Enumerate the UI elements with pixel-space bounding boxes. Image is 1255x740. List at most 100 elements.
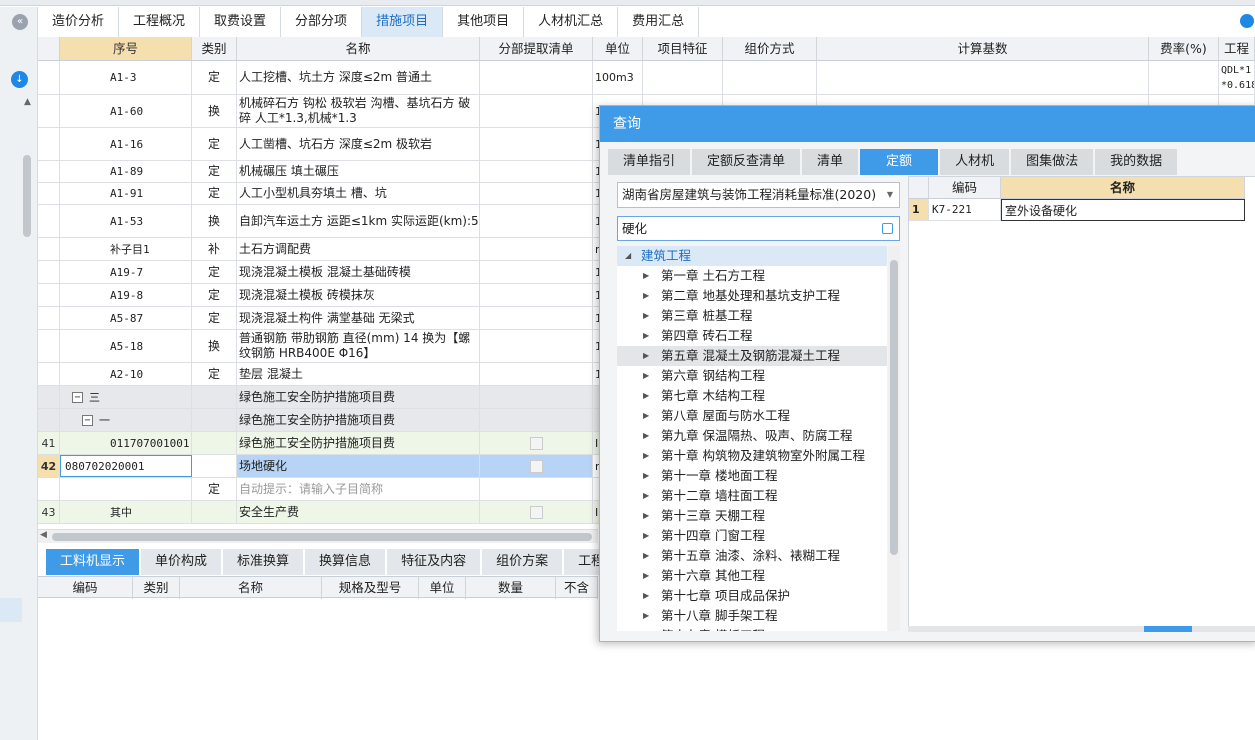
tab-6[interactable]: 人材机汇总	[524, 7, 619, 37]
row-name[interactable]: 人工小型机具夯填土 槽、坑	[237, 183, 480, 204]
tab-3[interactable]: 分部分项	[281, 7, 363, 37]
row-name[interactable]: 绿色施工安全防护措施项目费	[237, 409, 480, 431]
checkbox[interactable]	[529, 459, 543, 473]
scrollbar-thumb[interactable]	[52, 533, 592, 541]
row-extract[interactable]	[480, 205, 593, 237]
row-code[interactable]: − 一	[60, 409, 192, 431]
bottom-tab-1[interactable]: 单价构成	[141, 549, 222, 575]
tab-4[interactable]: 措施项目	[362, 7, 444, 37]
row-name[interactable]: 现浇混凝土模板 砖模抹灰	[237, 284, 480, 306]
tree-chapter[interactable]: ▶ 第十四章 门窗工程	[617, 526, 887, 546]
scroll-left-arrow-icon[interactable]: ◀	[40, 530, 47, 540]
tab-7[interactable]: 费用汇总	[618, 7, 700, 37]
row-code[interactable]: A5-87	[60, 307, 192, 329]
row-code[interactable]: A1-16	[60, 128, 192, 160]
tab-0[interactable]: 造价分析	[38, 7, 120, 37]
row-extract[interactable]	[480, 409, 593, 431]
row-name[interactable]: 普通钢筋 带肋钢筋 直径(mm) 14 换为【螺纹钢筋 HRB400E Φ16】	[237, 330, 480, 362]
tree-chapter[interactable]: ▶ 第十七章 项目成品保护	[617, 586, 887, 606]
dialog-tab-4[interactable]: 人材机	[940, 149, 1010, 175]
tree-chapter[interactable]: ▶ 第十九章 模板工程	[617, 626, 887, 631]
checkbox[interactable]	[529, 436, 543, 450]
tab-5[interactable]: 其他项目	[443, 7, 525, 37]
row-code[interactable]: 补子目1	[60, 238, 192, 260]
dialog-tab-2[interactable]: 清单	[802, 149, 859, 175]
tree-chapter[interactable]: ▶ 第十五章 油漆、涂料、裱糊工程	[617, 546, 887, 566]
row-extract[interactable]	[480, 363, 593, 385]
tree-root[interactable]: ◢ 建筑工程	[617, 246, 887, 266]
search-input[interactable]: 硬化	[617, 216, 900, 241]
row-name[interactable]: 场地硬化	[237, 455, 480, 477]
info-icon[interactable]	[1240, 14, 1254, 28]
result-horizontal-scrollbar[interactable]	[908, 626, 1255, 632]
row-extract[interactable]	[480, 501, 593, 523]
tree-expand-icon[interactable]: ◢	[625, 246, 631, 266]
grid-horizontal-scrollbar[interactable]: ◀	[38, 529, 598, 543]
row-extract[interactable]	[480, 238, 593, 260]
tree-chapter[interactable]: ▶ 第十三章 天棚工程	[617, 506, 887, 526]
row-code[interactable]: 011707001001	[60, 432, 192, 454]
standard-select[interactable]: 湖南省房屋建筑与装饰工程消耗量标准(2020) ▼	[617, 182, 900, 208]
bottom-tab-3[interactable]: 换算信息	[305, 549, 386, 575]
tree-arrow-icon[interactable]: ▶	[643, 346, 649, 366]
row-code[interactable]: A19-7	[60, 261, 192, 283]
row-name[interactable]: 现浇混凝土构件 满堂基础 无梁式	[237, 307, 480, 329]
row-name[interactable]: 自卸汽车运土方 运距≤1km 实际运距(km):5	[237, 205, 480, 237]
tree-chapter[interactable]: ▶ 第一章 土石方工程	[617, 266, 887, 286]
row-extract[interactable]	[480, 284, 593, 306]
tree-arrow-icon[interactable]: ▶	[643, 306, 649, 326]
row-name[interactable]: 自动提示：请输入子目简称	[237, 478, 480, 500]
tree-arrow-icon[interactable]: ▶	[643, 466, 649, 486]
row-extract[interactable]	[480, 95, 593, 127]
row-extract[interactable]	[480, 330, 593, 362]
scroll-up-arrow-icon[interactable]: ▲	[24, 97, 31, 107]
row-code[interactable]: − 三	[60, 386, 192, 408]
tree-scrollbar[interactable]	[888, 246, 900, 631]
tree-arrow-icon[interactable]: ▶	[643, 326, 649, 346]
tree-arrow-icon[interactable]: ▶	[643, 366, 649, 386]
tree-chapter[interactable]: ▶ 第八章 屋面与防水工程	[617, 406, 887, 426]
left-scrollbar-thumb[interactable]	[23, 155, 31, 237]
row-name[interactable]: 人工凿槽、坑石方 深度≤2m 极软岩	[237, 128, 480, 160]
row-code[interactable]: A2-10	[60, 363, 192, 385]
row-name[interactable]: 现浇混凝土模板 混凝土基础砖模	[237, 261, 480, 283]
dialog-tab-0[interactable]: 清单指引	[608, 149, 691, 175]
tree-arrow-icon[interactable]: ▶	[643, 426, 649, 446]
tree-arrow-icon[interactable]: ▶	[643, 286, 649, 306]
row-extract[interactable]	[480, 128, 593, 160]
tree-scrollbar-thumb[interactable]	[890, 260, 898, 555]
collapse-box-icon[interactable]: −	[72, 391, 83, 403]
row-name[interactable]: 土石方调配费	[237, 238, 480, 260]
collapse-icon[interactable]: «	[12, 14, 28, 30]
result-scrollbar-thumb[interactable]	[1144, 626, 1192, 632]
chevron-down-icon[interactable]: ▼	[887, 183, 893, 207]
row-code[interactable]: A1-89	[60, 161, 192, 182]
tree-chapter[interactable]: ▶ 第三章 桩基工程	[617, 306, 887, 326]
tree-arrow-icon[interactable]: ▶	[643, 386, 649, 406]
collapse-box-icon[interactable]: −	[82, 414, 93, 426]
tree-chapter[interactable]: ▶ 第十一章 楼地面工程	[617, 466, 887, 486]
tree-chapter[interactable]: ▶ 第十八章 脚手架工程	[617, 606, 887, 626]
row-extract[interactable]	[480, 183, 593, 204]
tree-arrow-icon[interactable]: ▶	[643, 506, 649, 526]
tree-chapter[interactable]: ▶ 第七章 木结构工程	[617, 386, 887, 406]
tree-arrow-icon[interactable]: ▶	[643, 606, 649, 626]
checkbox[interactable]	[529, 505, 543, 519]
tree-chapter[interactable]: ▶ 第十六章 其他工程	[617, 566, 887, 586]
row-name[interactable]: 机械碎石方 钩松 极软岩 沟槽、基坑石方 破碎 人工*1.3,机械*1.3	[237, 95, 480, 127]
tree-chapter[interactable]: ▶ 第五章 混凝土及钢筋混凝土工程	[617, 346, 887, 366]
tab-1[interactable]: 工程概况	[119, 7, 201, 37]
row-extract[interactable]	[480, 261, 593, 283]
row-code[interactable]: 080702020001	[60, 455, 192, 477]
row-extract[interactable]	[480, 432, 593, 454]
tree-arrow-icon[interactable]: ▶	[643, 446, 649, 466]
tree-chapter[interactable]: ▶ 第四章 砖石工程	[617, 326, 887, 346]
row-name[interactable]: 绿色施工安全防护措施项目费	[237, 386, 480, 408]
tree-arrow-icon[interactable]: ▶	[643, 566, 649, 586]
tree-arrow-icon[interactable]: ▶	[643, 626, 649, 631]
tree-arrow-icon[interactable]: ▶	[643, 406, 649, 426]
tree-arrow-icon[interactable]: ▶	[643, 266, 649, 286]
row-name[interactable]: 安全生产费	[237, 501, 480, 523]
row-code[interactable]: A5-18	[60, 330, 192, 362]
tree-chapter[interactable]: ▶ 第六章 钢结构工程	[617, 366, 887, 386]
